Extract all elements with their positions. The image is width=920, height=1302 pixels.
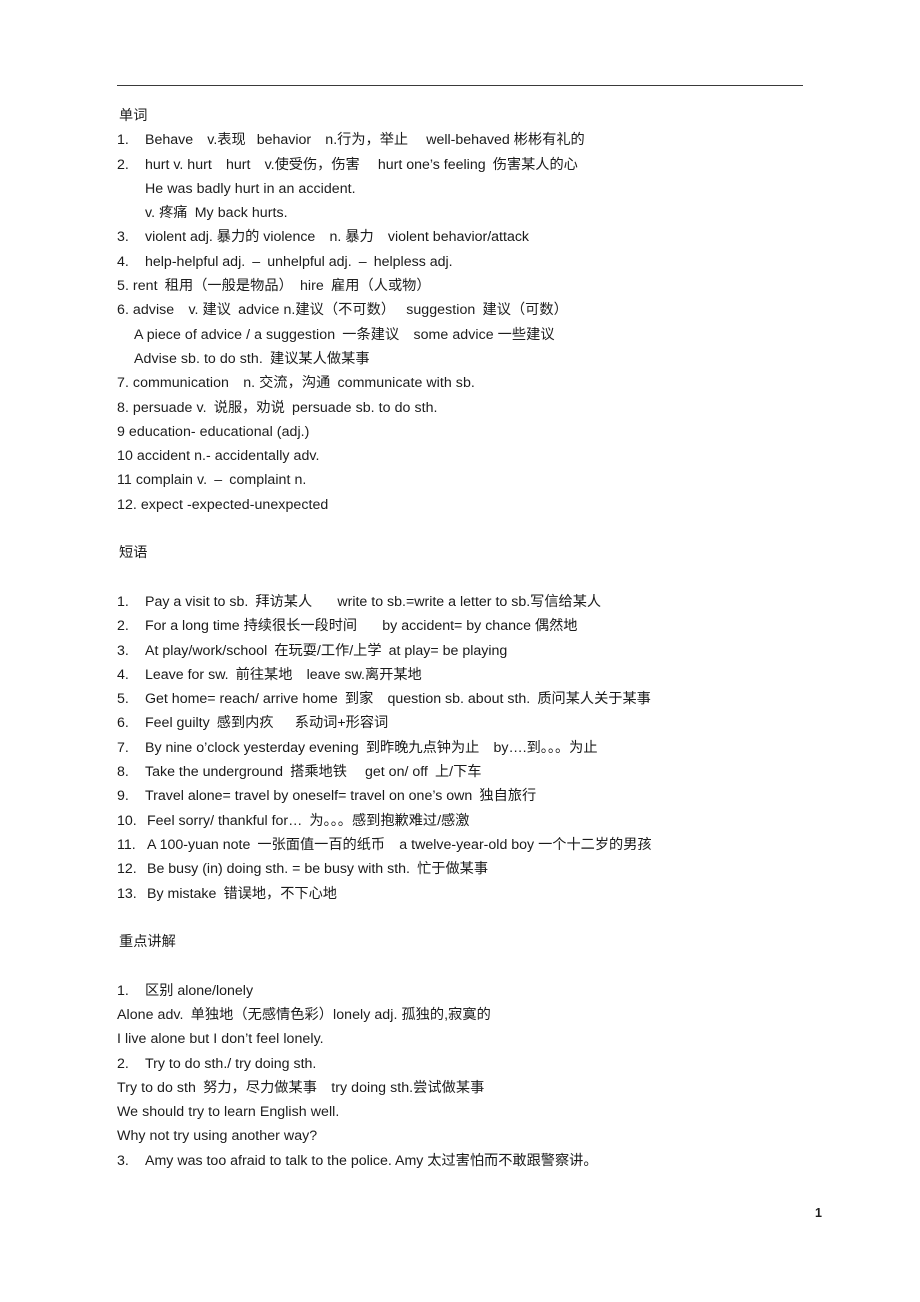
list-item-text: Get home= reach/ arrive home 到家 question… (145, 691, 651, 708)
list-item: 4. Leave for sw. 前往某地 leave sw.离开某地 (0, 663, 920, 687)
list-item: 6. Feel guilty 感到内疚 系动词+形容词 (0, 711, 920, 735)
header-separator-rule (117, 85, 803, 86)
list-item: 11 complain v. – complaint n. (117, 472, 307, 489)
list-item-text: Take the underground 搭乘地铁 get on/ off 上/… (145, 764, 482, 781)
list-item-text: Travel alone= travel by oneself= travel … (145, 788, 537, 805)
list-item: 2. Try to do sth./ try doing sth. (0, 1052, 920, 1076)
example-sentence: I live alone but I don’t feel lonely. (117, 1031, 324, 1048)
list-item-text: At play/work/school 在玩耍/工作/上学 at play= b… (145, 642, 508, 659)
list-item-number: 1. (117, 982, 129, 999)
document-body: 单词 1. Behave v.表现 behavior n.行为，举止 well-… (0, 104, 920, 1173)
list-item: 5. rent 租用（一般是物品） hire 雇用（人或物） (117, 278, 431, 295)
example-sentence: Advise sb. to do sth. 建议某人做某事 (134, 350, 370, 367)
example-sentence: He was badly hurt in an accident. (145, 180, 356, 197)
list-item-number: 2. (117, 618, 129, 635)
list-item-text: Behave v.表现 behavior n.行为，举止 well-behave… (145, 132, 585, 149)
list-item-text: By mistake 错误地，不下心地 (147, 885, 337, 902)
list-item-text: Pay a visit to sb. 拜访某人 write to sb.=wri… (145, 593, 602, 610)
list-item: 1. 区别 alone/lonely (0, 979, 920, 1003)
list-item-text: Feel guilty 感到内疚 系动词+形容词 (145, 715, 389, 732)
list-item: 9 education- educational (adj.) (117, 423, 310, 440)
example-sentence: A piece of advice / a suggestion 一条建议 so… (134, 326, 555, 343)
list-item: 1. Behave v.表现 behavior n.行为，举止 well-beh… (0, 128, 920, 152)
list-item-number: 3. (117, 642, 129, 659)
list-item-text: Leave for sw. 前往某地 leave sw.离开某地 (145, 666, 422, 683)
list-item-text: By nine o’clock yesterday evening 到昨晚九点钟… (145, 739, 598, 756)
example-sentence: v. 疼痛 My back hurts. (145, 205, 288, 222)
list-item-number: 3. (117, 1152, 129, 1169)
example-sentence: Why not try using another way? (117, 1128, 318, 1145)
list-item: 1. Pay a visit to sb. 拜访某人 write to sb.=… (0, 590, 920, 614)
section-heading-phrases: 短语 (119, 545, 148, 562)
list-item: 10. Feel sorry/ thankful for… 为。。。感到抱歉难过… (0, 809, 920, 833)
list-item: 12. Be busy (in) doing sth. = be busy wi… (0, 857, 920, 881)
definition-line: Try to do sth 努力，尽力做某事 try doing sth.尝试做… (117, 1079, 485, 1096)
list-item: 10 accident n.- accidentally adv. (117, 448, 320, 465)
list-item: 3. Amy was too afraid to talk to the pol… (0, 1149, 920, 1173)
list-item-text: Be busy (in) doing sth. = be busy with s… (147, 861, 489, 878)
list-item-number: 1. (117, 593, 129, 610)
example-sentence: We should try to learn English well. (117, 1104, 340, 1121)
section-heading-vocabulary: 单词 (119, 108, 148, 124)
list-item-number: 12. (117, 861, 137, 878)
list-item-text: hurt v. hurt hurt v.使受伤，伤害 hurt one’s fe… (145, 156, 578, 173)
section-heading-key-points: 重点讲解 (119, 934, 176, 951)
list-item: 5. Get home= reach/ arrive home 到家 quest… (0, 687, 920, 711)
list-item-number: 7. (117, 739, 129, 756)
list-item-number: 2. (117, 156, 129, 173)
page-number: 1 (815, 1206, 822, 1220)
list-item: 2. hurt v. hurt hurt v.使受伤，伤害 hurt one’s… (0, 153, 920, 177)
list-item: 7. By nine o’clock yesterday evening 到昨晚… (0, 736, 920, 760)
list-item-text: violent adj. 暴力的 violence n. 暴力 violent … (145, 229, 530, 246)
list-item-text: Try to do sth./ try doing sth. (145, 1055, 317, 1072)
list-item: 7. communication n. 交流，沟通 communicate wi… (117, 375, 475, 392)
list-item-text: help-helpful adj. – unhelpful adj. – hel… (145, 253, 453, 270)
list-item-number: 1. (117, 132, 129, 149)
list-item: 11. A 100-yuan note 一张面值一百的纸币 a twelve-y… (0, 833, 920, 857)
list-item-number: 10. (117, 812, 137, 829)
list-item-number: 6. (117, 715, 129, 732)
list-item-number: 3. (117, 229, 129, 246)
list-item-number: 4. (117, 253, 129, 270)
list-item: 9. Travel alone= travel by oneself= trav… (0, 784, 920, 808)
list-item-text: A 100-yuan note 一张面值一百的纸币 a twelve-year-… (147, 836, 652, 853)
list-item: 6. advise v. 建议 advice n.建议（不可数） suggest… (117, 302, 568, 319)
list-item: 2. For a long time 持续很长一段时间 by accident=… (0, 614, 920, 638)
list-item-number: 8. (117, 764, 129, 781)
list-item-text: Amy was too afraid to talk to the police… (145, 1152, 598, 1169)
list-item: 12. expect -expected-unexpected (117, 496, 329, 513)
list-item-text: For a long time 持续很长一段时间 by accident= by… (145, 618, 578, 635)
list-item: 8. persuade v. 说服，劝说 persuade sb. to do … (117, 399, 438, 416)
document-page: 单词 1. Behave v.表现 behavior n.行为，举止 well-… (0, 0, 920, 1302)
list-item: 4. help-helpful adj. – unhelpful adj. – … (0, 250, 920, 274)
list-item-number: 5. (117, 691, 129, 708)
list-item: 3. At play/work/school 在玩耍/工作/上学 at play… (0, 639, 920, 663)
list-item-number: 13. (117, 885, 137, 902)
list-item-number: 2. (117, 1055, 129, 1072)
list-item-text: 区别 alone/lonely (145, 982, 254, 999)
list-item: 8. Take the underground 搭乘地铁 get on/ off… (0, 760, 920, 784)
list-item-number: 4. (117, 666, 129, 683)
list-item-number: 9. (117, 788, 129, 805)
list-item-number: 11. (117, 836, 136, 853)
definition-line: Alone adv. 单独地（无感情色彩）lonely adj. 孤独的,寂寞的 (117, 1006, 491, 1023)
list-item: 3. violent adj. 暴力的 violence n. 暴力 viole… (0, 225, 920, 249)
list-item: 13. By mistake 错误地，不下心地 (0, 882, 920, 906)
list-item-text: Feel sorry/ thankful for… 为。。。感到抱歉难过/感激 (147, 812, 470, 829)
